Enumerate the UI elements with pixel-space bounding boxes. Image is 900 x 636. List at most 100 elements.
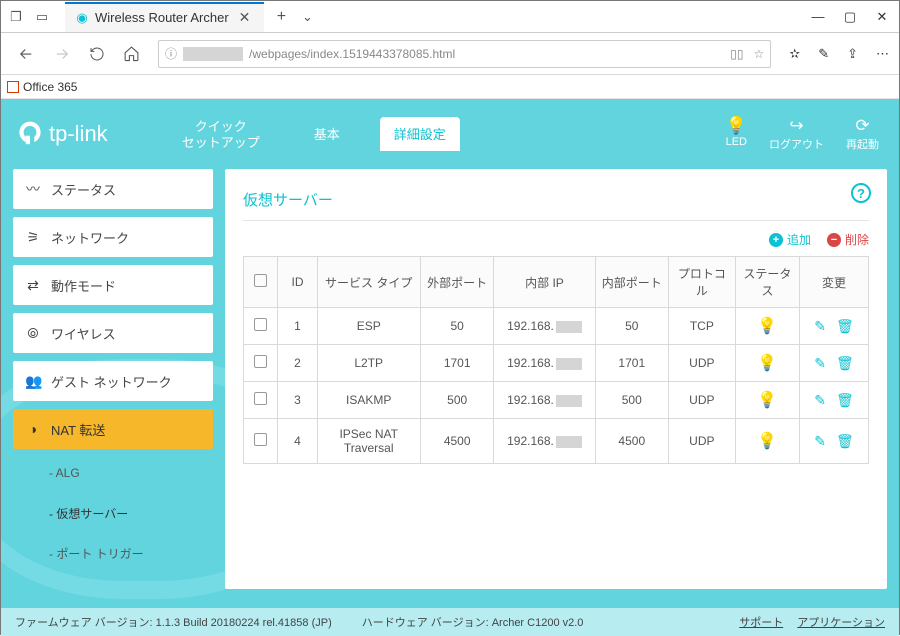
refresh-icon[interactable] [89,46,105,62]
nat-icon: ◑ [25,421,41,437]
tab-menu-icon[interactable]: ⌄ [298,8,316,26]
edit-icon[interactable]: ✎ [814,318,826,335]
favorite-icon[interactable]: ☆ [754,47,765,61]
logout-icon: ↪ [769,116,824,136]
wireless-icon: ⦾ [25,325,41,342]
col-int-port: 内部ポート [595,257,669,308]
trash-icon[interactable]: 🗑 [836,355,854,372]
tab-title: Wireless Router Archer [95,10,229,25]
status-toggle-icon[interactable]: 💡 [757,392,777,409]
edit-icon[interactable]: ✎ [814,355,826,372]
select-all-checkbox[interactable] [254,274,267,287]
tabs-set-aside-icon[interactable]: ▭ [33,8,51,26]
url-input[interactable]: ⓘ /webpages/index.1519443378085.html ▯▯ … [158,40,771,68]
delete-button[interactable]: −削除 [827,231,869,248]
panel-title: 仮想サーバー [243,183,869,221]
status-toggle-icon[interactable]: 💡 [757,355,777,372]
sub-alg[interactable]: - ALG [13,457,213,489]
share-icon[interactable]: ⇪ [847,46,858,62]
col-status: ステータス [735,257,799,308]
cell-service: L2TP [317,345,420,382]
reboot-button[interactable]: ⟳再起動 [846,116,879,152]
close-window-icon[interactable]: ✕ [875,10,889,24]
forward-icon [53,45,71,63]
sub-virtual-server[interactable]: - 仮想サーバー [13,497,213,529]
virtual-server-table: ID サービス タイプ 外部ポート 内部 IP 内部ポート プロトコル ステータ… [243,256,869,464]
cell-protocol: UDP [669,345,736,382]
brand-logo: tp-link [13,117,108,151]
cell-int-port: 4500 [595,419,669,464]
col-change: 変更 [799,257,868,308]
tab-advanced[interactable]: 詳細設定 [380,117,460,151]
close-tab-icon[interactable]: ✕ [235,9,255,26]
sidebar-item-status[interactable]: 〰ステータス [13,169,213,209]
col-int-ip: 内部 IP [494,257,595,308]
top-nav: クイック セットアップ 基本 詳細設定 [168,109,460,160]
mode-icon: ⇄ [25,277,41,294]
trash-icon[interactable]: 🗑 [836,433,854,450]
firmware-version: ファームウェア バージョン: 1.1.3 Build 20180224 rel.… [15,614,332,630]
sidebar-item-mode[interactable]: ⇄動作モード [13,265,213,305]
site-info-icon[interactable]: ⓘ [165,45,177,62]
col-service: サービス タイプ [317,257,420,308]
edit-icon[interactable]: ✎ [814,433,826,450]
row-checkbox[interactable] [254,318,267,331]
led-button[interactable]: 💡LED [726,116,747,152]
status-icon: 〰 [25,179,41,199]
table-header-row: ID サービス タイプ 外部ポート 内部 IP 内部ポート プロトコル ステータ… [244,257,869,308]
cell-id: 2 [278,345,317,382]
favicon-icon: ◉ [75,11,89,25]
office-icon [7,81,19,93]
home-icon[interactable] [123,45,140,62]
sidebar-item-guest[interactable]: 👥ゲスト ネットワーク [13,361,213,401]
back-icon[interactable] [17,45,35,63]
app-link[interactable]: アプリケーション [797,614,885,630]
sidebar: 〰ステータス ⚞ネットワーク ⇄動作モード ⦾ワイヤレス 👥ゲスト ネットワーク… [13,169,213,589]
row-checkbox[interactable] [254,355,267,368]
office-link[interactable]: Office 365 [23,80,77,94]
cell-id: 4 [278,419,317,464]
status-toggle-icon[interactable]: 💡 [757,433,777,450]
cell-service: ISAKMP [317,382,420,419]
cell-int-port: 500 [595,382,669,419]
sidebar-item-nat[interactable]: ◑NAT 転送 [13,409,213,449]
reading-mode-icon[interactable]: ▯▯ [730,47,743,61]
sidebar-item-wireless[interactable]: ⦾ワイヤレス [13,313,213,353]
router-footer: ファームウェア バージョン: 1.1.3 Build 20180224 rel.… [1,608,899,636]
cell-int-port: 50 [595,308,669,345]
tab-quick-setup[interactable]: クイック セットアップ [168,109,274,160]
cell-service: ESP [317,308,420,345]
guest-icon: 👥 [25,373,41,390]
row-checkbox[interactable] [254,392,267,405]
tab-basic[interactable]: 基本 [300,117,354,151]
more-icon[interactable]: ⋯ [876,46,889,62]
new-tab-icon[interactable]: + [272,8,290,26]
cell-int-port: 1701 [595,345,669,382]
minimize-icon[interactable]: — [811,10,825,24]
row-checkbox[interactable] [254,433,267,446]
logout-button[interactable]: ↪ログアウト [769,116,824,152]
cell-id: 3 [278,382,317,419]
led-icon: 💡 [726,116,747,136]
trash-icon[interactable]: 🗑 [836,318,854,335]
tabs-overview-icon[interactable]: ❐ [7,8,25,26]
trash-icon[interactable]: 🗑 [836,392,854,409]
favorites-hub-icon[interactable]: ✫ [789,46,800,62]
browser-tab[interactable]: ◉ Wireless Router Archer ✕ [65,2,264,32]
table-row: 3ISAKMP500192.168.500UDP💡✎🗑 [244,382,869,419]
reboot-icon: ⟳ [846,116,879,136]
notes-icon[interactable]: ✎ [818,46,829,62]
edit-icon[interactable]: ✎ [814,392,826,409]
add-button[interactable]: +追加 [769,231,811,248]
help-icon[interactable]: ? [851,183,871,203]
cell-protocol: TCP [669,308,736,345]
cell-service: IPSec NAT Traversal [317,419,420,464]
tplink-logo-icon [13,117,47,151]
cell-ext-port: 1701 [420,345,494,382]
col-protocol: プロトコル [669,257,736,308]
sub-port-trigger[interactable]: - ポート トリガー [13,537,213,569]
support-link[interactable]: サポート [739,614,783,630]
maximize-icon[interactable]: ▢ [843,10,857,24]
sidebar-item-network[interactable]: ⚞ネットワーク [13,217,213,257]
status-toggle-icon[interactable]: 💡 [757,318,777,335]
